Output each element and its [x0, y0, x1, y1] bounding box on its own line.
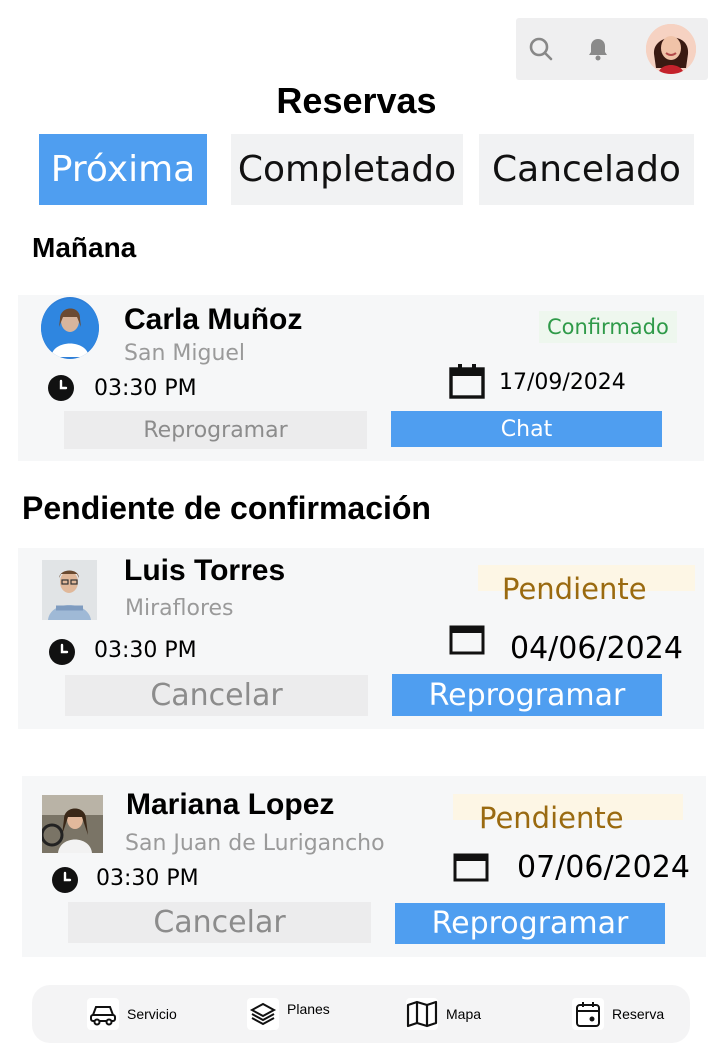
section-title-pending: Pendiente de confirmación: [22, 490, 431, 526]
booking-date: 04/06/2024: [510, 631, 683, 666]
booking-card: Luis Torres Miraflores Pendiente 03:30 P…: [18, 548, 704, 729]
nav-item-planes[interactable]: Planes: [247, 985, 330, 1043]
clock-icon: [48, 375, 74, 401]
status-label: Pendiente: [502, 572, 647, 606]
booking-card: Carla Muñoz San Miguel Confirmado 03:30 …: [18, 295, 704, 461]
booking-time: 03:30 PM: [94, 638, 197, 663]
layers-icon: [247, 998, 279, 1030]
calendar-icon: [453, 853, 489, 882]
booking-time: 03:30 PM: [96, 866, 199, 891]
top-bar: [516, 18, 708, 80]
provider-photo: [41, 297, 99, 359]
reschedule-button[interactable]: Reprogramar: [395, 903, 665, 944]
nav-label: Mapa: [446, 1006, 482, 1022]
tab-proxima[interactable]: Próxima: [39, 134, 207, 205]
provider-name: Mariana Lopez: [126, 788, 335, 821]
provider-photo: [42, 560, 97, 620]
section-title-tomorrow: Mañana: [32, 232, 137, 263]
nav-label: Reserva: [612, 1006, 665, 1022]
tab-completado[interactable]: Completado: [231, 134, 463, 205]
provider-location: San Miguel: [124, 341, 246, 366]
page-title: Reservas: [276, 80, 437, 121]
clock-icon: [49, 639, 75, 665]
reschedule-button[interactable]: Reprogramar: [392, 674, 662, 716]
nav-label: Servicio: [127, 1006, 177, 1022]
calendar-icon: [449, 364, 485, 399]
booking-time: 03:30 PM: [94, 376, 197, 401]
provider-name: Luis Torres: [124, 554, 286, 587]
status-label: Pendiente: [479, 801, 624, 835]
booking-date: 07/06/2024: [517, 850, 690, 885]
bell-icon[interactable]: [583, 34, 613, 64]
search-icon[interactable]: [526, 34, 556, 64]
nav-item-reserva[interactable]: Reserva: [572, 985, 664, 1043]
user-avatar[interactable]: [646, 24, 696, 74]
booking-date: 17/09/2024: [499, 370, 626, 395]
booking-card: Mariana Lopez San Juan de Lurigancho Pen…: [22, 776, 706, 957]
calendar-icon: [449, 625, 485, 655]
nav-item-servicio[interactable]: Servicio: [87, 985, 177, 1043]
clock-icon: [52, 867, 78, 893]
tab-cancelado[interactable]: Cancelado: [479, 134, 694, 205]
bottom-nav: Servicio Planes Mapa Reserva: [32, 985, 690, 1043]
reschedule-button[interactable]: Reprogramar: [64, 411, 367, 449]
status-badge: Confirmado: [539, 311, 677, 343]
car-icon: [87, 998, 119, 1030]
provider-location: Miraflores: [125, 596, 234, 621]
provider-photo: [42, 795, 103, 853]
nav-item-mapa[interactable]: Mapa: [406, 985, 481, 1043]
cancel-button[interactable]: Cancelar: [65, 675, 368, 716]
chat-button[interactable]: Chat: [391, 411, 662, 447]
map-icon: [406, 998, 438, 1030]
provider-name: Carla Muñoz: [124, 303, 303, 336]
cancel-button[interactable]: Cancelar: [68, 902, 371, 943]
calendar-icon: [572, 998, 604, 1030]
provider-location: San Juan de Lurigancho: [125, 831, 385, 856]
nav-label: Planes: [287, 1001, 330, 1017]
